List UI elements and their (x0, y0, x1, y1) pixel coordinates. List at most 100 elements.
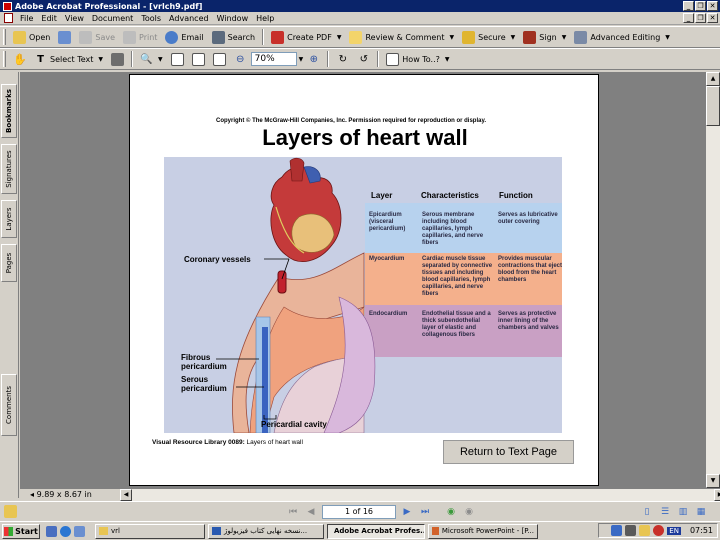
close-button[interactable]: ✕ (707, 1, 718, 11)
rotate-clockwise-icon: ↻ (338, 53, 347, 65)
language-indicator[interactable]: EN (667, 526, 681, 535)
snapshot-button[interactable] (107, 50, 128, 68)
tab-pages[interactable]: Pages (1, 244, 17, 282)
open-button[interactable]: Open (9, 28, 54, 46)
zoom-in-button[interactable]: ⊕ (303, 50, 324, 68)
organizer-button[interactable] (54, 28, 75, 46)
advanced-editing-button[interactable]: Advanced Editing ▼ (570, 28, 674, 46)
horizontal-scrollbar[interactable]: ◀ ▶ (120, 489, 720, 501)
print-button[interactable]: Print (119, 28, 161, 46)
fit-page-button[interactable] (188, 50, 209, 68)
zoom-out-button[interactable]: ⊖ (230, 50, 251, 68)
vertical-scrollbar[interactable]: ▲ ▼ (706, 72, 720, 488)
toolbar-separator (131, 51, 134, 67)
caption-text: Layers of heart wall (246, 439, 303, 446)
last-page-icon[interactable]: ⏭ (418, 505, 432, 519)
doc-restore-button[interactable]: ❐ (695, 13, 706, 23)
network-icon[interactable] (611, 525, 623, 536)
menu-document[interactable]: Document (88, 14, 137, 23)
document-view[interactable]: Copyright © The McGraw-Hill Companies, I… (20, 72, 706, 488)
toolbar-separator (377, 51, 380, 67)
first-page-icon[interactable]: ⏮ (286, 505, 300, 519)
sign-button[interactable]: Sign ▼ (519, 28, 570, 46)
menu-window[interactable]: Window (213, 14, 253, 23)
task-powerpoint[interactable]: Microsoft PowerPoint - [P... (428, 523, 538, 539)
lock-icon (462, 30, 476, 44)
return-to-text-page-button[interactable]: Return to Text Page (443, 440, 574, 464)
menu-view[interactable]: View (61, 14, 88, 23)
doc-minimize-button[interactable]: _ (683, 13, 694, 23)
task-powerpoint-label: Microsoft PowerPoint - [P... (441, 527, 534, 535)
zoom-in-tool-button[interactable]: 🔍 ▼ (136, 50, 167, 68)
previous-page-icon[interactable]: ◀ (304, 505, 318, 519)
start-button[interactable]: Start (2, 523, 40, 539)
scroll-down-icon[interactable]: ▼ (706, 474, 720, 488)
zoom-input[interactable]: 70% (250, 52, 297, 66)
scroll-thumb[interactable] (706, 86, 720, 126)
navigation-pane-tabs: Bookmarks Signatures Layers Pages Commen… (0, 72, 19, 498)
row-epicardium-characteristics: Serous membrane including blood capillar… (422, 212, 484, 246)
show-desktop-icon[interactable] (46, 525, 57, 537)
outlook-icon[interactable] (74, 525, 85, 537)
chevron-down-icon: ▼ (158, 55, 163, 63)
actual-size-button[interactable] (167, 50, 188, 68)
title-bar: Adobe Acrobat Professional - [vrlch9.pdf… (0, 0, 720, 12)
pdf-page: Copyright © The McGraw-Hill Companies, I… (129, 74, 599, 486)
rotate-cw-button[interactable]: ↻ (332, 50, 353, 68)
menu-edit[interactable]: Edit (37, 14, 61, 23)
continuous-layout-icon[interactable]: ☰ (658, 505, 672, 519)
rotate-ccw-button[interactable]: ↺ (353, 50, 374, 68)
search-button[interactable]: Search (208, 28, 259, 46)
go-forward-icon[interactable]: ◉ (462, 505, 476, 519)
tab-signatures[interactable]: Signatures (1, 144, 17, 194)
editing-icon (574, 30, 588, 44)
review-comment-button[interactable]: Review & Comment ▼ (345, 28, 458, 46)
chevron-down-icon: ▼ (449, 33, 455, 41)
fit-page-icon (191, 52, 205, 66)
page-navigation-bar: ⏮ ◀ 1 of 16 ▶ ⏭ ◉ ◉ ▯ ☰ ▥ ▦ (0, 501, 720, 521)
restore-button[interactable]: ❐ (695, 1, 706, 11)
fit-width-button[interactable] (209, 50, 230, 68)
menu-tools[interactable]: Tools (137, 14, 165, 23)
minimize-button[interactable]: _ (683, 1, 694, 11)
continuous-facing-layout-icon[interactable]: ▦ (694, 505, 708, 519)
antivirus-icon[interactable] (653, 525, 665, 536)
how-to-button[interactable]: How To..? ▼ (382, 50, 453, 68)
create-pdf-button[interactable]: Create PDF ▼ (267, 28, 345, 46)
task-acrobat[interactable]: Adobe Acrobat Profes... (327, 523, 425, 539)
folder-icon (13, 30, 26, 44)
toolbar-grip[interactable] (3, 29, 6, 45)
menu-help[interactable]: Help (252, 14, 278, 23)
task-word-document[interactable]: نسخه نهایی کتاب فیزیولوژ... (208, 523, 324, 539)
tab-layers[interactable]: Layers (1, 200, 17, 238)
scroll-up-icon[interactable]: ▲ (706, 72, 720, 86)
go-back-icon[interactable]: ◉ (444, 505, 458, 519)
toolbar-grip[interactable] (3, 51, 6, 67)
comment-icon (349, 30, 363, 44)
tab-layers-label: Layers (5, 207, 13, 231)
row-epicardium-function: Serves as lubricative outer covering (498, 212, 558, 225)
task-vrl-folder[interactable]: vrl (95, 523, 205, 539)
scroll-left-icon[interactable]: ◀ (120, 489, 132, 501)
scroll-right-icon[interactable]: ▶ (714, 489, 720, 501)
secure-button[interactable]: Secure ▼ (458, 28, 519, 46)
menu-advanced[interactable]: Advanced (165, 14, 213, 23)
document-icon[interactable] (4, 13, 13, 23)
email-button[interactable]: Email (161, 28, 207, 46)
document-status-icon[interactable] (4, 505, 17, 518)
single-page-layout-icon[interactable]: ▯ (640, 505, 654, 519)
tab-comments[interactable]: Comments (1, 374, 17, 436)
menu-file[interactable]: File (16, 14, 37, 23)
select-text-button[interactable]: T Select Text ▼ (30, 50, 107, 68)
next-page-icon[interactable]: ▶ (400, 505, 414, 519)
tab-bookmarks[interactable]: Bookmarks (1, 84, 17, 138)
doc-close-button[interactable]: ✕ (707, 13, 718, 23)
volume-icon[interactable] (625, 525, 637, 536)
save-button[interactable]: Save (75, 28, 119, 46)
page-number-input[interactable]: 1 of 16 (322, 505, 396, 519)
facing-layout-icon[interactable]: ▥ (676, 505, 690, 519)
hand-tool-button[interactable]: ✋ (9, 50, 30, 68)
internet-explorer-icon[interactable] (60, 525, 71, 537)
security-icon[interactable] (639, 525, 651, 536)
row-endocardium-function: Serves as protective inner lining of the… (498, 311, 559, 331)
